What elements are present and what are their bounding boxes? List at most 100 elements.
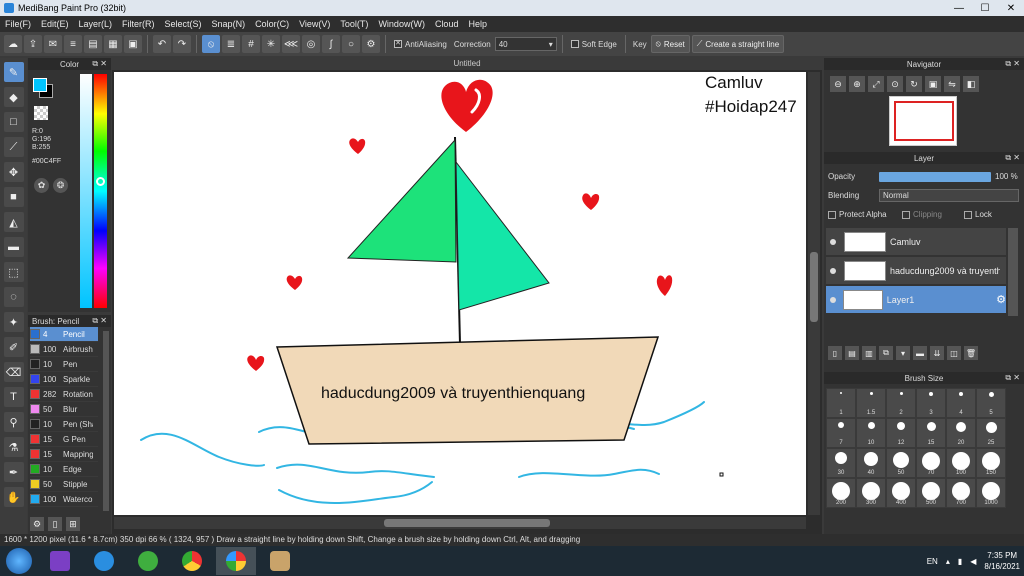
menu-window[interactable]: Window(W) — [373, 19, 430, 29]
taskbar-coc-coc[interactable] — [128, 547, 168, 575]
menu-cloud[interactable]: Cloud — [430, 19, 464, 29]
menu-edit[interactable]: Edit(E) — [36, 19, 74, 29]
brush-size-option[interactable]: 1000 — [976, 478, 1006, 508]
fit-icon[interactable]: ⤢ — [868, 76, 884, 92]
straight-line-button[interactable]: ⟋ Create a straight line — [691, 35, 785, 53]
transparent-color-swatch[interactable] — [34, 106, 48, 120]
chat-icon[interactable]: ≡ — [64, 35, 82, 53]
clock[interactable]: 7:35 PM 8/16/2021 — [984, 550, 1020, 572]
undock-icon[interactable]: ⧉ ✕ — [1005, 59, 1020, 69]
flip-icon[interactable]: ⇋ — [944, 76, 960, 92]
brush-size-option[interactable]: 150 — [976, 448, 1006, 478]
taskbar-internet-explorer[interactable] — [84, 547, 124, 575]
hand-tool-icon[interactable]: ✋ — [3, 487, 24, 507]
network-icon[interactable]: ▮ — [958, 557, 962, 566]
actual-size-icon[interactable]: ▣ — [925, 76, 941, 92]
brush-item[interactable]: 10 Pen (Sharp) — [30, 417, 98, 432]
hue-bar[interactable] — [94, 74, 107, 308]
start-button[interactable] — [6, 548, 32, 574]
undo-icon[interactable]: ↶ — [153, 35, 171, 53]
merge-down-icon[interactable]: ⇊ — [930, 346, 944, 360]
brush-size-option[interactable]: 30 — [826, 448, 856, 478]
comment-icon[interactable]: ✉ — [44, 35, 62, 53]
color-wheel-icon[interactable]: ❂ — [53, 178, 68, 193]
volume-icon[interactable]: ◀ — [970, 557, 976, 566]
undock-icon[interactable]: ⧉ ✕ — [1005, 373, 1020, 383]
brush-item[interactable]: 100 Sparkle — [30, 372, 98, 387]
blending-select[interactable]: Normal — [879, 189, 1019, 202]
brush-item[interactable]: 50 Blur — [30, 402, 98, 417]
brush-tool-icon[interactable]: ✎ — [3, 62, 24, 82]
brush-item[interactable]: 100 Watercolor — [30, 492, 98, 507]
brush-size-option[interactable]: 100 — [946, 448, 976, 478]
lock-option[interactable]: Lock — [964, 210, 992, 219]
close-button[interactable]: ✕ — [998, 0, 1024, 16]
delete-layer-icon[interactable]: 🗑 — [964, 346, 978, 360]
navigator-view-frame[interactable] — [894, 101, 954, 141]
brush-item[interactable]: 282 Rotation — [30, 387, 98, 402]
brush-size-option[interactable]: 5 — [976, 388, 1006, 418]
fill-rect-tool-icon[interactable]: ■ — [3, 187, 24, 207]
layer-settings-icon[interactable]: ⚙ — [996, 293, 1006, 306]
taskbar-visual-studio[interactable] — [40, 547, 80, 575]
duplicate-layer-icon[interactable]: ⧉ — [879, 346, 893, 360]
brush-size-option[interactable]: 12 — [886, 418, 916, 448]
clipping-checkbox[interactable] — [902, 210, 910, 219]
reset-button[interactable]: ⦸ Reset — [650, 35, 690, 53]
snap-settings-icon[interactable]: ⚙ — [362, 35, 380, 53]
text-tool-icon[interactable]: T — [3, 387, 24, 407]
menu-select[interactable]: Select(S) — [160, 19, 207, 29]
minimize-button[interactable]: — — [946, 0, 972, 16]
antialiasing-checkbox[interactable]: ✕ — [394, 40, 402, 48]
layer-options-icon[interactable]: ◫ — [947, 346, 961, 360]
language-indicator[interactable]: EN — [927, 557, 938, 566]
snap-off-icon[interactable]: ⦸ — [202, 35, 220, 53]
navigator-settings-icon[interactable]: ◧ — [963, 76, 979, 92]
concentric-snap-icon[interactable]: ◎ — [302, 35, 320, 53]
protect-alpha-checkbox[interactable] — [828, 210, 836, 219]
correction-select[interactable]: 40 ▾ — [494, 37, 557, 51]
layer-row[interactable]: Camluv — [826, 228, 1006, 256]
navigator-preview[interactable] — [889, 96, 957, 146]
soft-edge-checkbox[interactable] — [570, 40, 579, 48]
bucket-tool-icon[interactable]: ◭ — [3, 212, 24, 232]
menu-tool[interactable]: Tool(T) — [335, 19, 373, 29]
zoom-in-icon[interactable]: ⊕ — [849, 76, 865, 92]
rectangle-tool-icon[interactable]: □ — [3, 112, 24, 132]
add-brush-icon[interactable]: ⊞ — [66, 517, 80, 531]
brush-size-option[interactable]: 15 — [916, 418, 946, 448]
cross-snap-icon[interactable]: # — [242, 35, 260, 53]
primary-color-swatch[interactable] — [33, 78, 47, 92]
eraser-tool-icon[interactable]: ◆ — [3, 87, 24, 107]
vanishing-snap-icon[interactable]: ⋘ — [282, 35, 300, 53]
new-brush-icon[interactable]: ▯ — [48, 517, 62, 531]
brush-item-selected[interactable]: 4 Pencil — [30, 327, 98, 342]
grid-page-icon[interactable]: ▦ — [104, 35, 122, 53]
brush-size-option[interactable]: 3 — [916, 388, 946, 418]
antialiasing-toggle[interactable]: ✕ AntiAliasing — [394, 40, 447, 49]
brush-item[interactable]: 50 Stipple — [30, 477, 98, 492]
vertical-scroll-thumb[interactable] — [810, 252, 818, 322]
saturation-bar[interactable] — [80, 74, 92, 308]
menu-view[interactable]: View(V) — [294, 19, 335, 29]
share-icon[interactable]: ⇪ — [24, 35, 42, 53]
clipping-option[interactable]: Clipping — [902, 210, 942, 219]
brush-size-option[interactable]: 300 — [856, 478, 886, 508]
select-eraser-tool-icon[interactable]: ⌫ — [3, 362, 24, 382]
move-tool-icon[interactable]: ✥ — [3, 162, 24, 182]
new-layer-icon[interactable]: ▯ — [828, 346, 842, 360]
layer-menu-icon[interactable]: ▾ — [896, 346, 910, 360]
layout-icon[interactable]: ▣ — [124, 35, 142, 53]
visibility-icon[interactable] — [826, 238, 840, 245]
vertical-scrollbar[interactable] — [808, 72, 820, 515]
protect-alpha-option[interactable]: Protect Alpha — [828, 210, 887, 219]
brush-size-option[interactable]: 25 — [976, 418, 1006, 448]
taskbar-paint[interactable] — [260, 547, 300, 575]
brush-size-option[interactable]: 1 — [826, 388, 856, 418]
undock-icon[interactable]: ⧉ ✕ — [92, 316, 107, 326]
lasso-tool-icon[interactable]: ◌ — [3, 287, 24, 307]
maximize-button[interactable]: ☐ — [972, 0, 998, 16]
brush-item[interactable]: 100 Airbrush — [30, 342, 98, 357]
brush-size-option[interactable]: 200 — [826, 478, 856, 508]
horizontal-scroll-thumb[interactable] — [384, 519, 550, 527]
